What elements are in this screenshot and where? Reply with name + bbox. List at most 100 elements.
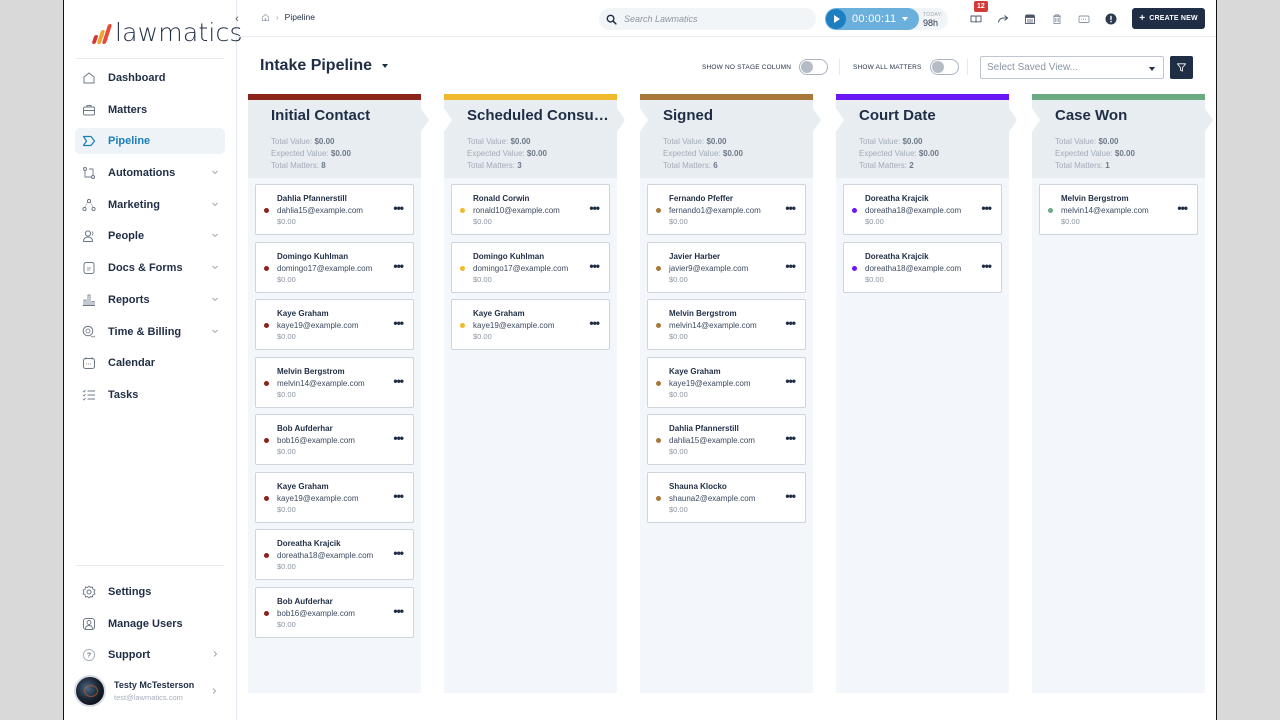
pipeline-column-initial-contact: Initial Contact Total Value: $0.00 Expec… <box>248 94 429 693</box>
total-value: $0.00 <box>510 137 531 146</box>
user-profile[interactable]: Testy McTesterson test@lawmatics.com <box>74 674 224 708</box>
more-options-icon[interactable]: ••• <box>393 547 404 559</box>
lawmatics-logo[interactable]: lawmatics <box>90 16 243 46</box>
more-options-icon[interactable]: ••• <box>393 605 404 617</box>
matter-card[interactable]: Dahlia Pfannerstill dahlia15@example.com… <box>647 414 806 465</box>
matter-email: melvin14@example.com <box>1061 206 1149 215</box>
more-options-icon[interactable]: ••• <box>393 490 404 502</box>
all-matters-toggle[interactable] <box>929 59 959 75</box>
stage-dot-icon <box>460 265 465 271</box>
matter-card[interactable]: Bob Aufderhar bob16@example.com $0.00 ••… <box>255 414 414 465</box>
sidebar-item-settings[interactable]: Settings <box>75 579 225 605</box>
sidebar-item-automations[interactable]: Automations <box>75 160 225 186</box>
matter-card[interactable]: Melvin Bergstrom melvin14@example.com $0… <box>255 356 414 408</box>
sidebar-item-support[interactable]: ? Support <box>75 642 225 668</box>
matter-card[interactable]: Melvin Bergstrom melvin14@example.com $0… <box>647 299 806 350</box>
more-options-icon[interactable]: ••• <box>589 317 600 329</box>
matter-card[interactable]: Bob Aufderhar bob16@example.com $0.00 ••… <box>255 586 414 638</box>
matter-card[interactable]: Doreatha Krajcik doreatha18@example.com … <box>843 184 1002 235</box>
storefront-icon[interactable] <box>1024 12 1036 24</box>
trash-icon[interactable] <box>1051 12 1063 24</box>
more-options-icon[interactable]: ••• <box>1177 202 1188 214</box>
alert-icon[interactable] <box>1105 12 1117 25</box>
timer-dropdown-icon[interactable] <box>902 17 909 21</box>
sidebar-item-matters[interactable]: Matters <box>75 97 225 123</box>
more-options-icon[interactable]: ••• <box>785 432 796 444</box>
matter-value: $0.00 <box>473 217 492 226</box>
more-options-icon[interactable]: ••• <box>785 490 796 502</box>
matter-card[interactable]: Domingo Kuhlman domingo17@example.com $0… <box>255 241 414 293</box>
more-options-icon[interactable]: ••• <box>589 202 600 214</box>
expected-value: $0.00 <box>330 149 351 159</box>
sidebar-item-dashboard[interactable]: Dashboard <box>75 65 225 91</box>
sidebar-item-label: Tasks <box>108 388 139 401</box>
matter-email: domingo17@example.com <box>277 263 373 273</box>
sidebar-item-tasks[interactable]: Tasks <box>75 382 225 408</box>
matter-card[interactable]: Kaye Graham kaye19@example.com $0.00 ••• <box>255 299 414 350</box>
matter-card[interactable]: Doreatha Krajcik doreatha18@example.com … <box>255 529 414 580</box>
matter-email: bob16@example.com <box>277 608 355 618</box>
card-list: Fernando Pfeffer fernando1@example.com $… <box>640 178 813 523</box>
sidebar-item-manage-users[interactable]: Manage Users <box>75 611 225 637</box>
sidebar-item-marketing[interactable]: Marketing <box>75 192 225 218</box>
sidebar-item-reports[interactable]: Reports <box>75 287 225 313</box>
chevron-down-icon <box>212 234 218 238</box>
more-options-icon[interactable]: ••• <box>981 202 992 214</box>
matter-card[interactable]: Dahlia Pfannerstill dahlia15@example.com… <box>255 184 414 235</box>
sidebar-item-calendar[interactable]: Calendar <box>75 350 225 376</box>
matter-card[interactable]: Ronald Corwin ronald10@example.com $0.00… <box>451 184 610 235</box>
matter-card[interactable]: Domingo Kuhlman domingo17@example.com $0… <box>451 241 610 293</box>
total-matters: 2 <box>909 161 914 171</box>
more-options-icon[interactable]: ••• <box>393 432 404 444</box>
more-options-icon[interactable]: ••• <box>785 202 796 214</box>
divider <box>76 58 224 59</box>
ticket-icon[interactable] <box>1078 12 1090 24</box>
sidebar-item-pipeline[interactable]: Pipeline <box>75 128 225 155</box>
more-options-icon[interactable]: ••• <box>785 260 796 272</box>
more-options-icon[interactable]: ••• <box>393 202 404 214</box>
total-value: $0.00 <box>314 137 335 146</box>
matter-card[interactable]: Javier Harber javier9@example.com $0.00 … <box>647 241 806 293</box>
filter-button[interactable] <box>1170 56 1193 79</box>
matter-value: $0.00 <box>669 389 688 399</box>
pipeline-selector[interactable]: Intake Pipeline <box>260 57 389 75</box>
matter-value: $0.00 <box>669 274 688 284</box>
no-stage-toggle[interactable] <box>799 59 829 75</box>
matter-card[interactable]: Doreatha Krajcik doreatha18@example.com … <box>843 241 1002 293</box>
play-icon[interactable] <box>826 9 846 29</box>
book-icon[interactable] <box>970 12 982 24</box>
more-options-icon[interactable]: ••• <box>785 317 796 329</box>
sidebar-item-label: Automations <box>108 167 176 180</box>
pipeline-column-court-date: Court Date Total Value: $0.00 Expected V… <box>836 94 1017 693</box>
share-arrow-icon[interactable] <box>997 12 1009 24</box>
chevron-down-icon <box>1149 67 1155 71</box>
matter-card[interactable]: Kaye Graham kaye19@example.com $0.00 ••• <box>451 299 610 350</box>
more-options-icon[interactable]: ••• <box>393 375 404 387</box>
create-new-button[interactable]: + CREATE NEW <box>1132 8 1205 29</box>
sidebar-item-label: Calendar <box>108 357 156 370</box>
matter-card[interactable]: Fernando Pfeffer fernando1@example.com $… <box>647 184 806 235</box>
matter-card[interactable]: Kaye Graham kaye19@example.com $0.00 ••• <box>255 471 414 523</box>
more-options-icon[interactable]: ••• <box>589 260 600 272</box>
help-icon: ? <box>82 648 96 662</box>
more-options-icon[interactable]: ••• <box>785 375 796 387</box>
matter-card[interactable]: Shauna Klocko shauna2@example.com $0.00 … <box>647 471 806 523</box>
home-icon[interactable] <box>261 13 270 22</box>
total-matters-label: Total Matters: <box>271 161 320 171</box>
more-options-icon[interactable]: ••• <box>393 317 404 329</box>
more-options-icon[interactable]: ••• <box>981 260 992 272</box>
saved-view-select[interactable]: Select Saved View... <box>980 56 1164 79</box>
matter-name: Bob Aufderhar <box>277 424 333 433</box>
matter-card[interactable]: Kaye Graham kaye19@example.com $0.00 ••• <box>647 356 806 408</box>
pipeline-column-signed: Signed Total Value: $0.00 Expected Value… <box>640 94 821 693</box>
more-options-icon[interactable]: ••• <box>393 260 404 272</box>
sidebar-item-time-and-billing[interactable]: Time & Billing <box>75 319 225 345</box>
search-input[interactable] <box>624 14 794 24</box>
search-bar[interactable] <box>599 8 816 30</box>
sidebar-item-label: Time & Billing <box>108 325 182 338</box>
sidebar-item-people[interactable]: People <box>75 223 225 249</box>
chevron-right-icon <box>213 651 218 658</box>
breadcrumb: › Pipeline <box>261 12 315 22</box>
matter-card[interactable]: Melvin Bergstrom melvin14@example.com $0… <box>1039 184 1198 235</box>
sidebar-item-docs-and-forms[interactable]: Docs & Forms <box>75 255 225 281</box>
